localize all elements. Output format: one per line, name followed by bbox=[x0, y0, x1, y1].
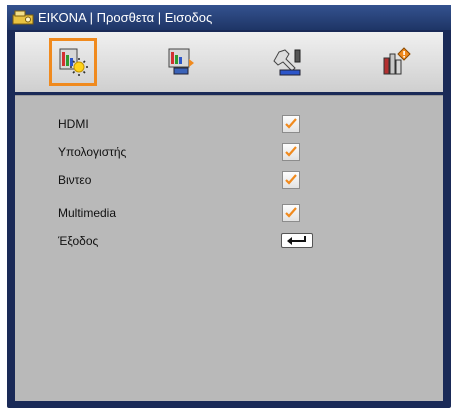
multimedia-checkbox[interactable] bbox=[282, 204, 300, 222]
checkmark-icon bbox=[285, 207, 297, 218]
menu-item-video[interactable]: Βιντεο bbox=[15, 169, 443, 191]
setup-icon bbox=[273, 49, 301, 76]
osd-menu: ΕΙΚΟΝΑ | Προσθετα | Εισοδος HDMI Υπολογι… bbox=[7, 5, 451, 408]
exit-enter-button[interactable] bbox=[281, 233, 313, 248]
video-checkbox[interactable] bbox=[282, 171, 300, 189]
menu-item-label: Έξοδος bbox=[58, 234, 99, 248]
checkmark-icon bbox=[285, 174, 297, 185]
hdmi-checkbox[interactable] bbox=[282, 115, 300, 133]
image-settings-icon bbox=[59, 48, 88, 76]
tab-setup[interactable] bbox=[265, 38, 313, 86]
menu-content: HDMI Υπολογιστής Βιντεο Multimedia Έξοδο… bbox=[15, 95, 443, 401]
checkmark-icon bbox=[285, 146, 297, 157]
checkmark-icon bbox=[285, 118, 297, 129]
computer-checkbox[interactable] bbox=[282, 143, 300, 161]
tab-image-settings[interactable] bbox=[49, 38, 97, 86]
menu-item-hdmi[interactable]: HDMI bbox=[15, 113, 443, 135]
menu-item-label: HDMI bbox=[58, 117, 89, 131]
menu-item-exit[interactable]: Έξοδος bbox=[15, 230, 443, 252]
menu-item-multimedia[interactable]: Multimedia bbox=[15, 202, 443, 224]
tab-bar bbox=[15, 32, 443, 92]
title-bar: ΕΙΚΟΝΑ | Προσθετα | Εισοδος bbox=[7, 5, 451, 30]
options-icon bbox=[383, 47, 411, 75]
menu-item-label: Υπολογιστής bbox=[58, 145, 127, 159]
projector-icon bbox=[12, 10, 34, 25]
menu-item-label: Multimedia bbox=[58, 206, 117, 220]
tab-display[interactable] bbox=[157, 38, 205, 86]
menu-item-label: Βιντεο bbox=[58, 173, 92, 187]
enter-key-icon bbox=[287, 236, 306, 245]
tab-options[interactable] bbox=[372, 38, 420, 86]
menu-item-computer[interactable]: Υπολογιστής bbox=[15, 141, 443, 163]
menu-title: ΕΙΚΟΝΑ | Προσθετα | Εισοδος bbox=[38, 10, 213, 25]
display-icon bbox=[168, 48, 194, 75]
